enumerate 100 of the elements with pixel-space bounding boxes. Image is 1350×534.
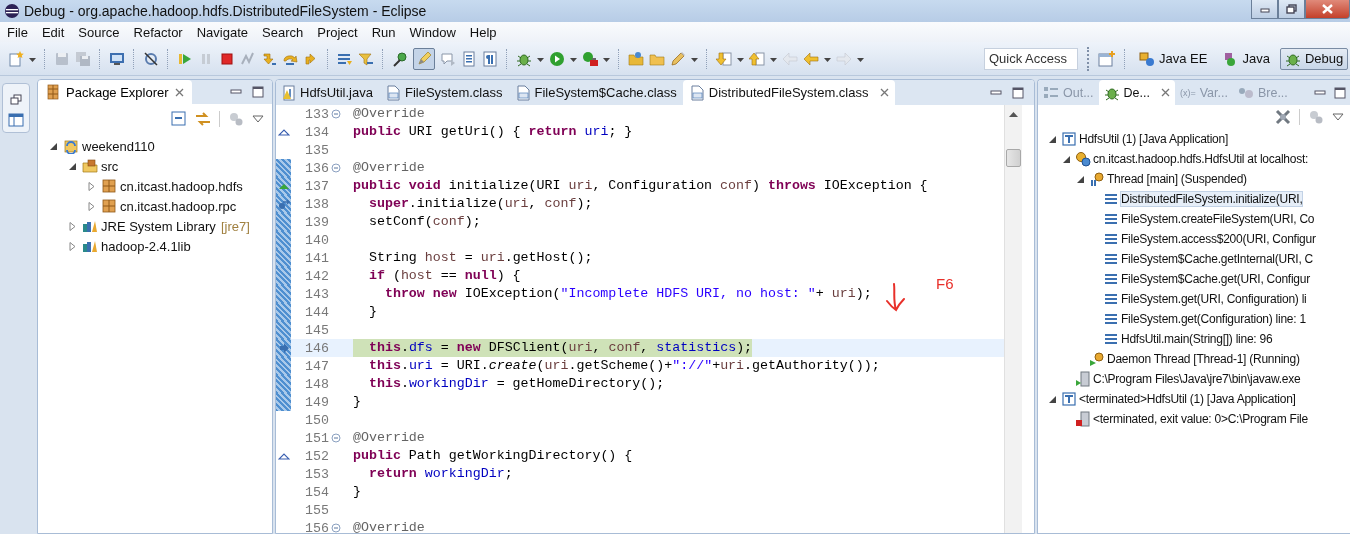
menu-item[interactable]: Help <box>463 23 505 41</box>
editor-tab[interactable]: FileSystem.class <box>378 80 509 105</box>
tree-item[interactable]: FileSystem.get(Configuration) line: 1 <box>1121 312 1306 326</box>
code-line: public URI getUri() { return uri; } <box>353 123 633 141</box>
collapsed-triangle-icon[interactable] <box>67 220 78 232</box>
collapsed-triangle-icon[interactable] <box>86 200 97 212</box>
maximize-icon[interactable] <box>1334 86 1346 99</box>
pencil-icon[interactable] <box>670 50 686 67</box>
menu-item[interactable]: Project <box>311 23 366 41</box>
line-number: 134 <box>304 124 329 140</box>
monitor-icon[interactable] <box>109 50 125 67</box>
instruction-pointer-icon <box>278 343 289 353</box>
close-icon[interactable] <box>1160 88 1170 97</box>
editor-tab[interactable]: HdfsUtil.java <box>276 80 379 105</box>
tree-item[interactable]: hadoop-2.4.1lib <box>101 238 191 254</box>
tree-item[interactable]: weekend110 <box>82 138 155 154</box>
step-into-icon[interactable] <box>261 50 277 67</box>
collapse-icon[interactable] <box>331 163 341 173</box>
close-icon[interactable] <box>174 87 184 97</box>
down-arrow-icon[interactable] <box>716 50 732 67</box>
tree-item[interactable]: cn.itcast.hadoop.hdfs.HdfsUtil at localhost: <box>1093 152 1309 166</box>
editor-tab[interactable]: DistributedFileSystem.class <box>682 80 895 105</box>
collapse-icon[interactable] <box>331 433 341 443</box>
menu-item[interactable]: Run <box>365 23 404 41</box>
menu-item[interactable]: Window <box>403 23 464 41</box>
tree-item[interactable]: cn.itcast.hadoop.hdfs <box>120 178 243 194</box>
line-number: 147 <box>304 358 329 374</box>
tree-item[interactable]: FileSystem.access$200(URI, Configur <box>1121 232 1316 246</box>
line-number: 141 <box>304 250 329 266</box>
line-number: 154 <box>304 484 329 500</box>
code-line: @Override <box>353 159 425 177</box>
run-icon[interactable] <box>549 50 565 67</box>
filter-arrow-icon[interactable] <box>358 50 374 67</box>
tree-item[interactable]: JRE System Library <box>101 218 216 234</box>
view-menu-icon[interactable] <box>252 114 264 124</box>
back-arrow-icon[interactable] <box>803 50 819 67</box>
collapsed-triangle-icon[interactable] <box>86 180 97 192</box>
maximize-icon[interactable] <box>1012 86 1024 99</box>
quick-access-field[interactable]: Quick Access <box>984 47 1078 70</box>
package-explorer-tab[interactable]: Package Explorer <box>38 80 192 104</box>
up-arrow-icon[interactable] <box>749 50 765 67</box>
scroll-up-icon[interactable] <box>1009 110 1018 117</box>
paragraph-icon[interactable] <box>482 50 498 67</box>
view-tab[interactable]: De... <box>1098 80 1175 105</box>
stack-frame-icon <box>1103 231 1119 247</box>
collapsed-triangle-icon[interactable] <box>67 240 78 252</box>
maximize-icon[interactable] <box>252 86 264 98</box>
open-folder-icon[interactable] <box>628 50 644 67</box>
scrollbar-thumb[interactable] <box>1006 149 1021 167</box>
scrollbar[interactable] <box>1004 105 1022 533</box>
document-icon[interactable] <box>461 50 477 67</box>
tree-item[interactable]: <terminated, exit value: 0>C:\Program File <box>1093 412 1308 426</box>
code-line: @Override <box>353 105 425 123</box>
minimize-button[interactable] <box>1251 0 1278 19</box>
panel-icon[interactable] <box>8 112 24 128</box>
close-button[interactable] <box>1305 0 1350 19</box>
link-arrows-icon[interactable] <box>195 111 211 127</box>
collapse-icon[interactable] <box>331 523 341 533</box>
collapse-icon[interactable] <box>331 109 341 119</box>
menu-item[interactable]: Navigate <box>190 23 256 41</box>
pin-icon[interactable] <box>392 50 408 67</box>
stop-icon[interactable] <box>219 50 235 67</box>
tree-item[interactable]: FileSystem$Cache.getInternal(URI, C <box>1121 252 1313 266</box>
tree-item[interactable]: Daemon Thread [Thread-1] (Running) <box>1107 352 1300 366</box>
menu-item[interactable]: Refactor <box>127 23 191 41</box>
tree-item[interactable]: src <box>101 158 119 174</box>
line-number: 150 <box>304 412 329 428</box>
tree-item[interactable]: <terminated>HdfsUtil (1) [Java Application] <box>1079 392 1296 406</box>
menu-item[interactable]: File <box>1 23 36 41</box>
perspective-button[interactable]: Java <box>1217 47 1275 70</box>
tree-item[interactable]: DistributedFileSystem.initialize(URI, <box>1121 192 1303 206</box>
tree-item[interactable]: FileSystem.createFileSystem(URI, Co <box>1121 212 1315 226</box>
restore-icon[interactable] <box>10 94 22 106</box>
view-menu-icon[interactable] <box>1332 112 1344 122</box>
run-external-icon[interactable] <box>582 50 598 67</box>
tree-item[interactable]: HdfsUtil.main(String[]) line: 96 <box>1121 332 1273 346</box>
editor-tab[interactable]: FileSystem$Cache.class <box>508 80 683 105</box>
restore-icon <box>1286 4 1297 14</box>
line-number: 140 <box>304 232 329 248</box>
menu-item[interactable]: Source <box>72 23 128 41</box>
highlight-toggle[interactable] <box>413 47 435 70</box>
close-icon[interactable] <box>879 88 889 97</box>
perspective-button[interactable]: Java EE <box>1134 47 1213 70</box>
menu-item[interactable]: Edit <box>35 23 73 41</box>
collapse-all-icon[interactable] <box>171 111 187 127</box>
stack-frame-icon <box>1103 271 1119 287</box>
restore-button[interactable] <box>1278 0 1305 19</box>
perspective-button[interactable]: Debug <box>1279 47 1349 70</box>
slashed-circle-icon[interactable] <box>143 50 159 67</box>
tree-item[interactable]: FileSystem$Cache.get(URI, Configur <box>1121 272 1310 286</box>
tree-item[interactable]: C:\Program Files\Java\jre7\bin\javaw.exe <box>1093 372 1301 386</box>
menu-item[interactable]: Search <box>256 23 312 41</box>
line-number: 143 <box>304 286 329 302</box>
tree-item[interactable]: Thread [main] (Suspended) <box>1107 172 1247 186</box>
tree-item[interactable]: HdfsUtil (1) [Java Application] <box>1079 132 1228 146</box>
code-line: this.workingDir = getHomeDirectory(); <box>367 375 665 393</box>
tree-item[interactable]: FileSystem.get(URI, Configuration) li <box>1121 292 1307 306</box>
tree-item[interactable]: cn.itcast.hadoop.rpc <box>120 198 237 214</box>
package-icon <box>101 198 117 214</box>
class-file-icon <box>384 84 401 101</box>
